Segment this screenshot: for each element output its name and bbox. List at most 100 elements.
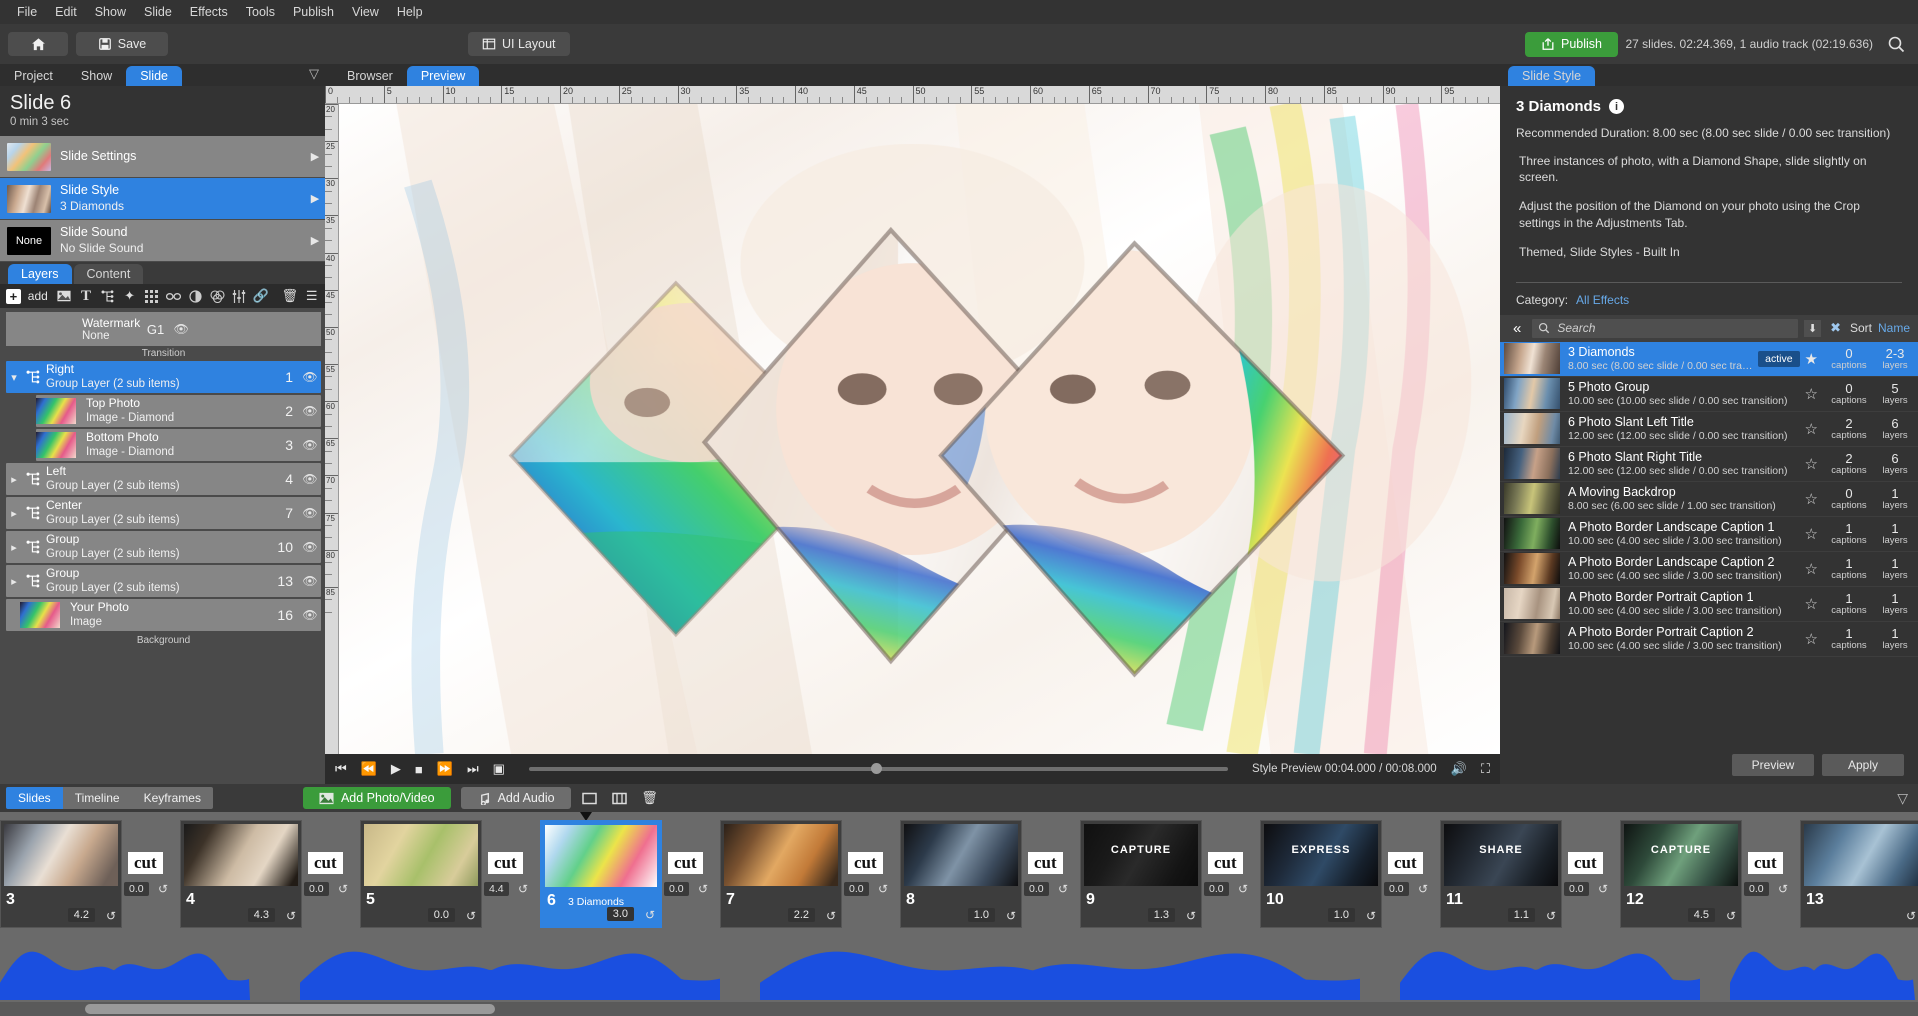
transition-duration[interactable]: 0.0 bbox=[1384, 882, 1409, 896]
effect-row[interactable]: A Photo Border Landscape Caption 110.00 … bbox=[1500, 517, 1918, 552]
slide-cell[interactable]: CAPTURE124.5↺ bbox=[1620, 820, 1742, 928]
transition-duration[interactable]: 0.0 bbox=[1204, 882, 1229, 896]
transition-cell[interactable]: cut4.4↺ bbox=[482, 820, 540, 928]
contrast-icon[interactable] bbox=[188, 289, 203, 304]
transition-cell[interactable]: cut0.0↺ bbox=[1022, 820, 1080, 928]
expander-expand-icon[interactable]: ▸ bbox=[6, 473, 22, 486]
slide-duration-field[interactable]: 1.0 bbox=[968, 908, 995, 922]
tab-slide[interactable]: Slide bbox=[126, 66, 182, 86]
loop-icon[interactable]: ↺ bbox=[1186, 909, 1196, 923]
transition-label[interactable]: cut bbox=[1388, 852, 1423, 874]
wand-icon[interactable]: ✦ bbox=[122, 289, 137, 304]
slide-cell[interactable]: SHARE111.1↺ bbox=[1440, 820, 1562, 928]
layer-row-your-photo[interactable]: Your Photo Image 16 👁 bbox=[6, 599, 321, 631]
blend-icon[interactable] bbox=[210, 289, 225, 304]
search-box[interactable] bbox=[1532, 319, 1798, 338]
tab-preview[interactable]: Preview bbox=[407, 66, 479, 86]
grid-icon[interactable] bbox=[144, 289, 159, 304]
transition-label[interactable]: cut bbox=[1568, 852, 1603, 874]
tab-content[interactable]: Content bbox=[74, 264, 144, 284]
menu-item-slide[interactable]: Slide bbox=[135, 3, 181, 21]
transition-cell[interactable]: cut0.0↺ bbox=[842, 820, 900, 928]
loop-icon[interactable]: ↺ bbox=[338, 882, 348, 896]
property-row-slide-settings[interactable]: Slide Settings ▶ bbox=[0, 136, 325, 178]
layer-row-right-group[interactable]: ▾ Right Group Layer (2 sub items) 1 👁 bbox=[6, 361, 321, 393]
toolbar-search-button[interactable] bbox=[1886, 34, 1906, 54]
trash-icon[interactable]: 🗑 bbox=[282, 289, 297, 304]
transition-label[interactable]: cut bbox=[128, 852, 163, 874]
effects-list[interactable]: 3 Diamonds8.00 sec (8.00 sec slide / 0.0… bbox=[1500, 342, 1918, 746]
effect-row[interactable]: 3 Diamonds8.00 sec (8.00 sec slide / 0.0… bbox=[1500, 342, 1918, 377]
image-icon[interactable] bbox=[57, 289, 72, 304]
eye-icon[interactable]: 👁 bbox=[299, 472, 321, 486]
slide-cell[interactable]: 44.3↺ bbox=[180, 820, 302, 928]
favorite-star-icon[interactable]: ☆ bbox=[1805, 525, 1818, 543]
stop-icon[interactable]: ■ bbox=[415, 762, 423, 777]
loop-icon[interactable]: ↺ bbox=[1906, 909, 1916, 923]
bottom-collapse-chevron-down-icon[interactable]: ▽ bbox=[1897, 790, 1908, 807]
slide-cell[interactable]: 34.2↺ bbox=[0, 820, 122, 928]
preview-canvas[interactable] bbox=[339, 104, 1500, 754]
list-menu-icon[interactable]: ☰ bbox=[304, 289, 319, 304]
transition-label[interactable]: cut bbox=[668, 852, 703, 874]
slide-cell[interactable]: 50.0↺ bbox=[360, 820, 482, 928]
slide-duration-field[interactable]: 3.0 bbox=[607, 907, 634, 921]
slide-duration-field[interactable]: 4.3 bbox=[248, 908, 275, 922]
layer-row-center-group[interactable]: ▸ Center Group Layer (2 sub items) 7 👁 bbox=[6, 497, 321, 529]
adjust-icon[interactable] bbox=[232, 289, 247, 304]
publish-button[interactable]: Publish bbox=[1525, 32, 1618, 57]
slide-cell[interactable]: 81.0↺ bbox=[900, 820, 1022, 928]
skip-end-icon[interactable]: ⏭ bbox=[467, 761, 479, 777]
menu-item-view[interactable]: View bbox=[343, 3, 388, 21]
add-layer-icon[interactable]: + bbox=[6, 289, 21, 304]
eye-icon[interactable]: 👁 bbox=[299, 438, 321, 452]
expander-expand-icon[interactable]: ▸ bbox=[6, 575, 22, 588]
group-icon[interactable] bbox=[100, 289, 115, 304]
single-pane-icon[interactable] bbox=[579, 788, 601, 808]
transition-cell[interactable]: cut0.0↺ bbox=[662, 820, 720, 928]
link-pair-icon[interactable] bbox=[166, 289, 181, 304]
property-row-slide-style[interactable]: Slide Style 3 Diamonds ▶ bbox=[0, 178, 325, 220]
loop-icon[interactable]: ↺ bbox=[1058, 882, 1068, 896]
transition-label[interactable]: cut bbox=[488, 852, 523, 874]
info-icon[interactable]: i bbox=[1609, 99, 1624, 114]
transition-duration[interactable]: 0.0 bbox=[124, 882, 149, 896]
add-photo-video-button[interactable]: Add Photo/Video bbox=[303, 787, 451, 809]
loop-icon[interactable]: ↺ bbox=[1598, 882, 1608, 896]
property-row-slide-sound[interactable]: None Slide Sound No Slide Sound ▶ bbox=[0, 220, 325, 262]
favorite-star-icon[interactable]: ☆ bbox=[1805, 385, 1818, 403]
effect-row[interactable]: A Photo Border Portrait Caption 110.00 s… bbox=[1500, 587, 1918, 622]
transition-label[interactable]: cut bbox=[308, 852, 343, 874]
slide-cell[interactable]: 63 Diamonds3.0↺ bbox=[540, 820, 662, 928]
preview-stage[interactable] bbox=[339, 104, 1500, 754]
tab-project[interactable]: Project bbox=[0, 66, 67, 86]
layer-row-bottom-photo[interactable]: Bottom Photo Image - Diamond 3 👁 bbox=[36, 429, 321, 461]
loop-icon[interactable]: ↺ bbox=[1238, 882, 1248, 896]
fullscreen-icon[interactable]: ⛶ bbox=[1481, 761, 1490, 777]
loop-icon[interactable]: ↺ bbox=[1418, 882, 1428, 896]
tab-show[interactable]: Show bbox=[67, 66, 126, 86]
transition-duration[interactable]: 0.0 bbox=[664, 882, 689, 896]
menu-item-effects[interactable]: Effects bbox=[181, 3, 237, 21]
scrollbar-thumb[interactable] bbox=[85, 1004, 495, 1014]
slide-duration-field[interactable]: 1.3 bbox=[1148, 908, 1175, 922]
transition-duration[interactable]: 0.0 bbox=[1564, 882, 1589, 896]
volume-icon[interactable]: 🔊 bbox=[1451, 761, 1467, 777]
menu-item-tools[interactable]: Tools bbox=[237, 3, 284, 21]
horizontal-scrollbar[interactable] bbox=[0, 1002, 1918, 1016]
transition-duration[interactable]: 0.0 bbox=[304, 882, 329, 896]
loop-icon[interactable]: ↺ bbox=[466, 909, 476, 923]
transition-cell[interactable]: cut 0.0 ↺ bbox=[1382, 820, 1440, 928]
layers-panel[interactable]: Watermark None G1 👁 Transition ▾ bbox=[0, 308, 325, 784]
double-chevron-left-icon[interactable]: « bbox=[1508, 320, 1526, 337]
expander-expand-icon[interactable]: ▸ bbox=[6, 507, 22, 520]
favorite-star-icon[interactable]: ☆ bbox=[1805, 455, 1818, 473]
category-value[interactable]: All Effects bbox=[1576, 293, 1629, 307]
layer-row-group-13[interactable]: ▸ Group Group Layer (2 sub items) 13 👁 bbox=[6, 565, 321, 597]
trash-icon[interactable]: 🗑 bbox=[639, 788, 661, 808]
play-icon[interactable]: ▶ bbox=[391, 761, 401, 777]
preview-progress-knob[interactable] bbox=[871, 763, 882, 774]
menu-item-edit[interactable]: Edit bbox=[46, 3, 86, 21]
tab-slide-style[interactable]: Slide Style bbox=[1508, 66, 1595, 86]
transition-duration[interactable]: 4.4 bbox=[484, 882, 509, 896]
